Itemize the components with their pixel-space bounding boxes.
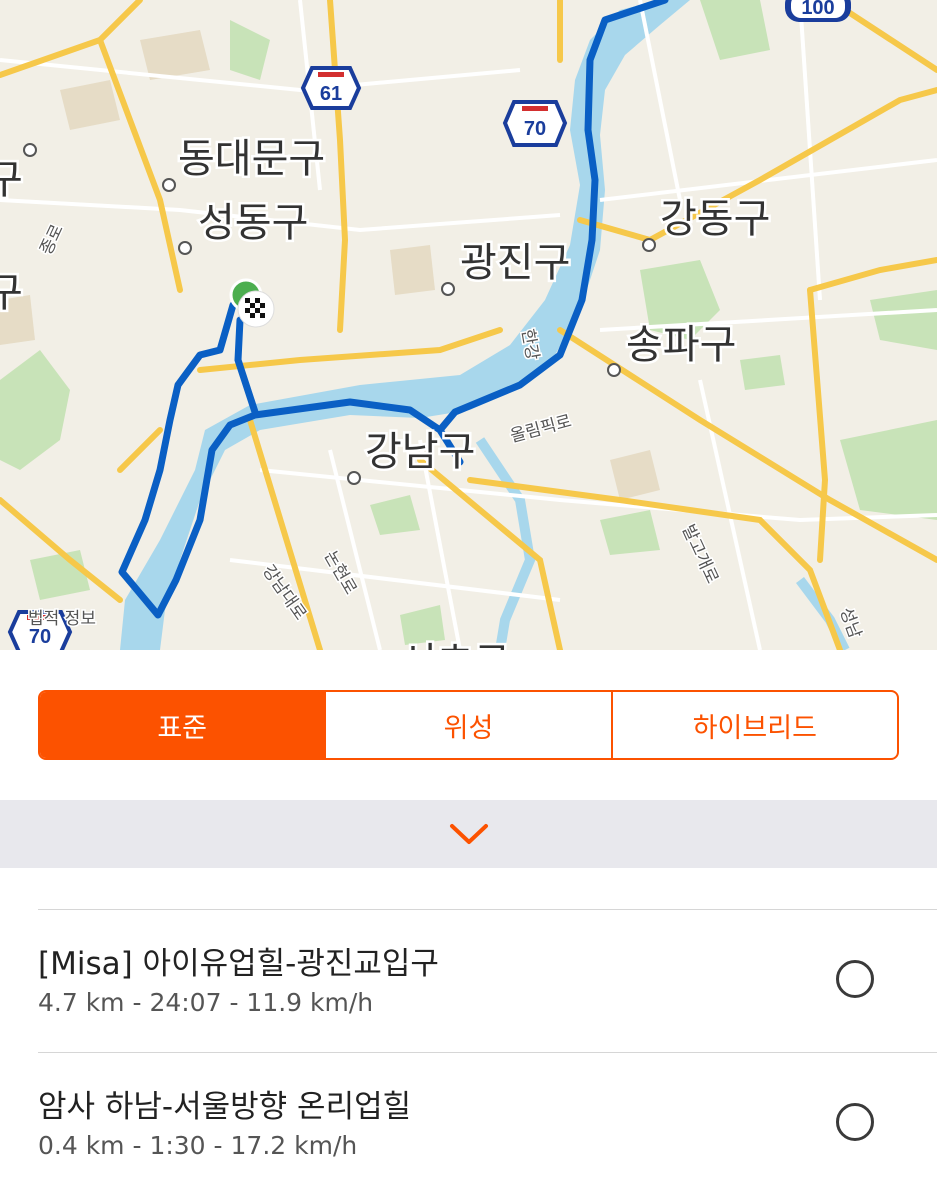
finish-flag-icon xyxy=(237,290,275,328)
map-view[interactable]: 61 70 70 100 동대문구 성동구 광진구 강동구 송파구 강남구 구 … xyxy=(0,0,937,650)
svg-text:100: 100 xyxy=(801,0,834,19)
svg-text:70: 70 xyxy=(29,626,51,648)
segment-select-radio[interactable] xyxy=(836,960,874,998)
segment-stats: 4.7 km - 24:07 - 11.9 km/h xyxy=(38,988,374,1017)
route-shield-70: 70 xyxy=(502,100,568,147)
segment-select-radio[interactable] xyxy=(836,1103,874,1141)
svg-text:61: 61 xyxy=(320,83,342,105)
map-legal-info-link[interactable]: 법적 정보 xyxy=(27,608,98,631)
segment-list-item[interactable]: [Misa] 아이유업힐-광진교입구 4.7 km - 24:07 - 11.9… xyxy=(0,910,937,1053)
route-shield-100: 100 xyxy=(785,0,851,22)
map-type-hybrid-button[interactable]: 하이브리드 xyxy=(610,692,897,758)
chevron-down-icon xyxy=(449,824,488,844)
district-label-gangnam: 강남구 xyxy=(365,429,475,475)
district-label-gwangjin: 광진구 xyxy=(460,240,570,286)
district-label-seocho: 서초구 xyxy=(400,640,510,650)
segment-name: [Misa] 아이유업힐-광진교입구 xyxy=(38,946,439,982)
map-type-satellite-button[interactable]: 위성 xyxy=(324,692,610,758)
district-label-gangdong: 강동구 xyxy=(660,196,770,242)
map-type-segmented-control: 표준 위성 하이브리드 xyxy=(38,690,899,760)
segment-name: 암사 하남-서울방향 온리업힐 xyxy=(38,1089,412,1125)
district-label-dongdaemun: 동대문구 xyxy=(178,136,325,182)
segment-stats: 0.4 km - 1:30 - 17.2 km/h xyxy=(38,1131,358,1160)
district-label-partial-left: 구 xyxy=(0,270,23,316)
district-label-songpa: 송파구 xyxy=(626,322,736,368)
segment-list-item[interactable]: 암사 하남-서울방향 온리업힐 0.4 km - 1:30 - 17.2 km/… xyxy=(0,1053,937,1196)
map-type-standard-button[interactable]: 표준 xyxy=(40,692,325,758)
district-label-partial-left-top: 구 xyxy=(0,157,23,203)
district-label-seongdong: 성동구 xyxy=(198,200,308,246)
segment-list-item-partial xyxy=(0,868,937,910)
svg-text:70: 70 xyxy=(524,118,546,140)
collapse-panel-button[interactable] xyxy=(0,800,937,868)
route-shield-61: 61 xyxy=(300,66,362,110)
